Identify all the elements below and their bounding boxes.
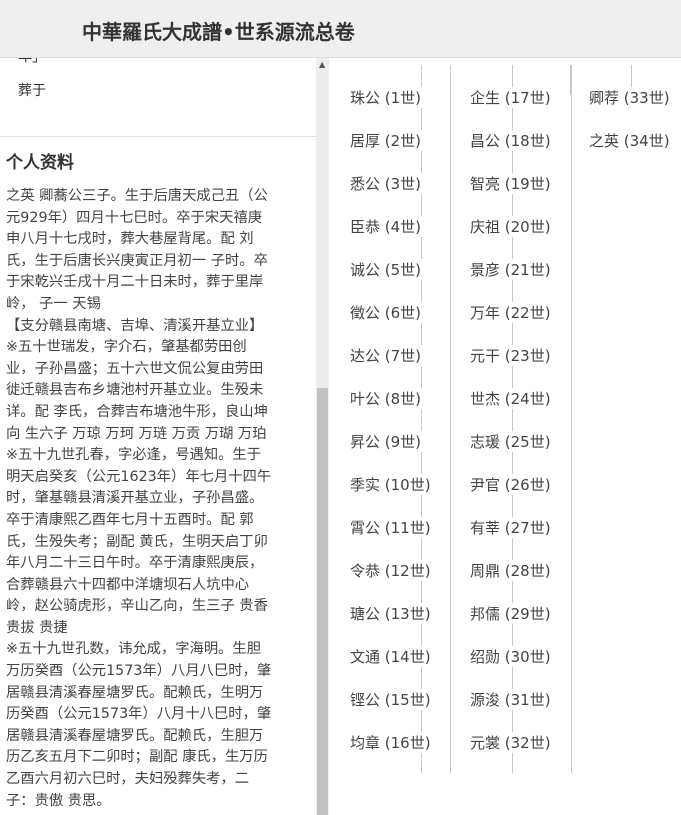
lineage-entry[interactable]: 有莘 (27世) xyxy=(467,517,554,538)
lineage-entry[interactable]: 万年 (22世) xyxy=(467,302,554,323)
section-title-profile: 个人资料 xyxy=(6,153,74,173)
lineage-entry[interactable]: 元裳 (32世) xyxy=(467,732,554,753)
biography-text: 之英 卿蕎公三子。生于后唐天成己丑（公 元929年）四月十七巳时。卒于宋天禧庚 申八… xyxy=(6,186,304,812)
bio-line: 年八月二十三日午时。卒于清康熙庚辰， xyxy=(6,555,264,572)
bio-line: 子：贵傲 贵思。 xyxy=(6,792,111,809)
lineage-entry[interactable]: 铿公 (15世) xyxy=(347,689,434,710)
bio-line: 居赣县清溪春屋塘罗氏。配赖氏，生明万 xyxy=(6,684,264,701)
bio-line: 氏，生殁失考；副配 黄氏，生明天启丁卯 xyxy=(6,533,268,550)
scroll-up-arrow-icon[interactable]: ▲ xyxy=(319,60,325,70)
lineage-entry[interactable]: 世杰 (24世) xyxy=(467,388,554,409)
lineage-entry[interactable]: 绍勋 (30世) xyxy=(467,646,554,667)
lineage-entry[interactable]: 庆祖 (20世) xyxy=(467,216,554,237)
lineage-entry[interactable]: 珠公 (1世) xyxy=(347,87,425,108)
bio-line: ※五十九世孔数，讳允成，字海明。生胆 xyxy=(6,641,262,658)
lineage-entry[interactable]: 均章 (16世) xyxy=(347,732,434,753)
lineage-entry[interactable]: 霄公 (11世) xyxy=(347,517,434,538)
lineage-entry[interactable]: 源浚 (31世) xyxy=(467,689,554,710)
lineage-entry[interactable]: 元干 (23世) xyxy=(467,345,554,366)
bio-line: 合葬赣县六十四都中洋塘坝石人坑中心 xyxy=(6,576,250,593)
bio-line: 【支分赣县南塘、吉埠、清溪开基立业】 xyxy=(6,317,264,334)
page-title: 中華羅氏大成譜•世系源流总卷 xyxy=(82,20,355,44)
header-bar: 中華羅氏大成譜•世系源流总卷 xyxy=(0,0,681,58)
bio-line: 贵拔 贵捷 xyxy=(6,619,68,636)
lineage-entry[interactable]: 瑭公 (13世) xyxy=(347,603,434,624)
lineage-entry[interactable]: 达公 (7世) xyxy=(347,345,425,366)
bio-line: 万历癸酉（公元1573年）八月八巳时，肇 xyxy=(6,663,272,680)
bio-line: 历乙亥五月下二卯时；副配 康氏，生万历 xyxy=(6,749,268,766)
bio-line: 乙酉六月初六巳时，夫妇殁葬失考，二 xyxy=(6,771,250,788)
lineage-entry[interactable]: 周鼎 (28世) xyxy=(467,560,554,581)
bio-line: 申八月十七戌时，葬大巷屋背尾。配 刘 xyxy=(6,231,254,248)
bio-line: 业，子孙昌盛；五十六世文侃公复由劳田 xyxy=(6,360,264,377)
lineage-entry[interactable]: 文通 (14世) xyxy=(347,646,434,667)
burial-text: 葬于 xyxy=(18,83,46,99)
lineage-entry[interactable]: 季实 (10世) xyxy=(347,474,434,495)
lineage-entry[interactable]: 尹官 (26世) xyxy=(467,474,554,495)
bio-line: ※五十世瑞发，字介石，肇基都劳田创 xyxy=(6,339,247,356)
lineage-entry[interactable]: 徵公 (6世) xyxy=(347,302,425,323)
bio-line: 之英 卿蕎公三子。生于后唐天成己丑（公 xyxy=(6,188,268,204)
lineage-entry[interactable]: 昇公 (9世) xyxy=(347,431,425,452)
bio-line: 明天启癸亥（公元1623年）年七月十四午 xyxy=(6,468,272,485)
bio-line: 向 生六子 万琼 万珂 万琏 万贡 万瑚 万珀 xyxy=(6,425,267,442)
lineage-entry[interactable]: 叶公 (8世) xyxy=(347,388,425,409)
lineage-entry[interactable]: 邦儒 (29世) xyxy=(467,603,554,624)
bio-line: ※五十九世孔春，字必逢，号遇知。生于 xyxy=(6,447,262,464)
bio-line: 居赣县清溪春屋塘罗氏。配赖氏，生胆万 xyxy=(6,727,264,744)
bio-line: 详。配 李氏，合葬吉布塘池牛形，良山坤 xyxy=(6,403,268,420)
bio-line: 历癸酉（公元1573年）八月十八巳时，肇 xyxy=(6,706,272,723)
lineage-entry[interactable]: 臣恭 (4世) xyxy=(347,216,425,237)
lineage-entry[interactable]: 诚公 (5世) xyxy=(347,259,425,280)
profile-panel: 年」 葬于 个人资料 之英 卿蕎公三子。生于后唐天成己丑（公元929年）四月十七… xyxy=(0,58,316,815)
divider xyxy=(0,136,316,137)
bio-line: 元929年）四月十七巳时。卒于宋天禧庚 xyxy=(6,209,263,226)
bio-line: 时，肇基赣县清溪开基立业，子孙昌盛。 xyxy=(6,490,264,507)
scrollbar-thumb[interactable] xyxy=(317,388,328,815)
lineage-entry[interactable]: 景彦 (21世) xyxy=(467,259,554,280)
lineage-entry[interactable]: 悉公 (3世) xyxy=(347,173,425,194)
lineage-entry[interactable]: 令恭 (12世) xyxy=(347,560,434,581)
lineage-entry[interactable]: 昌公 (18世) xyxy=(467,130,554,151)
bio-line: 岭， 子一 天锡 xyxy=(6,295,101,312)
bio-line: 氏，生于后唐长兴庚寅正月初一 子时。卒 xyxy=(6,252,268,269)
lineage-entry[interactable]: 企生 (17世) xyxy=(467,87,554,108)
lineage-entry[interactable]: 卿荐 (33世) xyxy=(586,87,673,108)
lineage-entry[interactable]: 智亮 (19世) xyxy=(467,173,554,194)
bio-line: 岭，赵公骑虎形，辛山乙向，生三子 贵香 xyxy=(6,598,268,615)
lineage-entry[interactable]: 之英 (34世) xyxy=(586,130,673,151)
cut-off-text: 年」 xyxy=(18,58,46,66)
lineage-entry[interactable]: 居厚 (2世) xyxy=(347,130,425,151)
bio-line: 于宋乾兴壬戌十月二十日未时，葬于里岸 xyxy=(6,274,264,291)
lineage-entry[interactable]: 志瑗 (25世) xyxy=(467,431,554,452)
bio-line: 卒于清康熙乙酉年七月十五酉时。配 郭 xyxy=(6,511,254,528)
lineage-tree: 珠公 (1世) 居厚 (2世) 悉公 (3世) 臣恭 (4世) 诚公 (5世) 徵公 (6… xyxy=(329,58,681,815)
bio-line: 徙迁赣县吉布乡塘池村开基立业。生殁未 xyxy=(6,382,264,399)
